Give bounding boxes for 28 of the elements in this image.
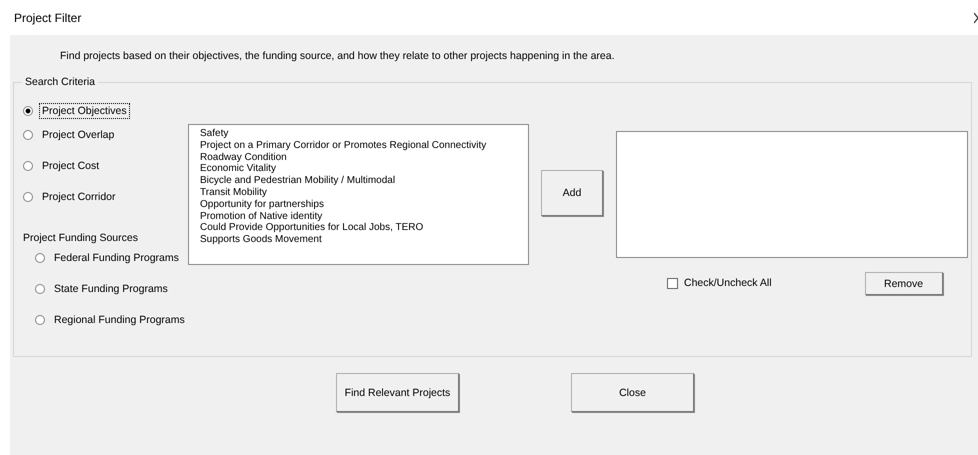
- objectives-list[interactable]: [188, 124, 529, 265]
- selected-list[interactable]: [616, 131, 968, 258]
- list-item[interactable]: Supports Goods Movement: [200, 234, 524, 246]
- radio-option[interactable]: Project Overlap: [23, 127, 118, 143]
- check-all-checkbox[interactable]: Check/Uncheck All: [667, 277, 772, 289]
- description-text: Find projects based on their objectives, the funding source, and how they relate to other projects happening in the area.: [60, 50, 615, 63]
- list-item[interactable]: Safety: [200, 128, 524, 140]
- list-item[interactable]: Could Provide Opportunities for Local Jobs, TERO: [200, 222, 524, 234]
- radio-option[interactable]: Regional Funding Programs: [35, 312, 188, 328]
- add-button[interactable]: Add: [541, 170, 603, 216]
- list-item[interactable]: Bicycle and Pedestrian Mobility / Multimodal: [200, 175, 524, 187]
- list-item[interactable]: Opportunity for partnerships: [200, 198, 524, 211]
- radio-option[interactable]: State Funding Programs: [35, 281, 171, 297]
- radio-option[interactable]: Project Corridor: [23, 189, 119, 205]
- remove-button[interactable]: Remove: [864, 272, 943, 295]
- group-legend: Search Criteria: [22, 76, 98, 88]
- list-item[interactable]: Promotion of Native identity: [200, 210, 524, 222]
- window-title: Project Filter: [14, 10, 82, 24]
- radio-option[interactable]: Project Cost: [23, 158, 102, 174]
- close-icon[interactable]: [974, 12, 978, 24]
- list-item[interactable]: Roadway Condition: [200, 152, 524, 164]
- list-item[interactable]: Economic Vitality: [200, 163, 524, 176]
- radio-option[interactable]: Federal Funding Programs: [35, 250, 182, 266]
- list-item[interactable]: Transit Mobility: [200, 186, 524, 199]
- dialog-button[interactable]: Close: [571, 373, 694, 412]
- funding-sources-label: Project Funding Sources: [23, 232, 139, 244]
- dialog-button[interactable]: Find Relevant Projects: [336, 373, 459, 412]
- list-item[interactable]: Project on a Primary Corridor or Promotes Regional Connectivity: [200, 140, 524, 152]
